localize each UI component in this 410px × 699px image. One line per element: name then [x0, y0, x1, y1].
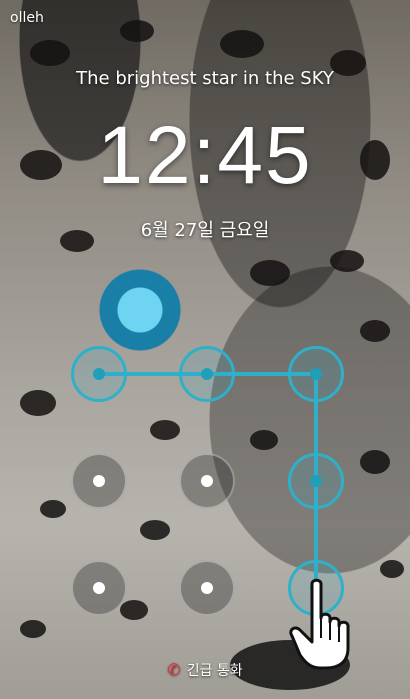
- pattern-node-7[interactable]: [71, 560, 127, 616]
- pattern-node-2[interactable]: [179, 346, 235, 402]
- phone-icon: ✆: [167, 660, 181, 679]
- pattern-node-5[interactable]: [179, 453, 235, 509]
- emergency-call-label: 긴급 통화: [186, 663, 243, 679]
- pattern-node-1[interactable]: [71, 346, 127, 402]
- lock-screen: olleh The brightest star in the SKY 12:4…: [0, 0, 410, 699]
- emergency-call-button[interactable]: ✆ 긴급 통화: [0, 660, 410, 680]
- pattern-node-3[interactable]: [288, 346, 344, 402]
- pattern-node-4[interactable]: [71, 453, 127, 509]
- pattern-node-6[interactable]: [288, 453, 344, 509]
- pattern-node-8[interactable]: [179, 560, 235, 616]
